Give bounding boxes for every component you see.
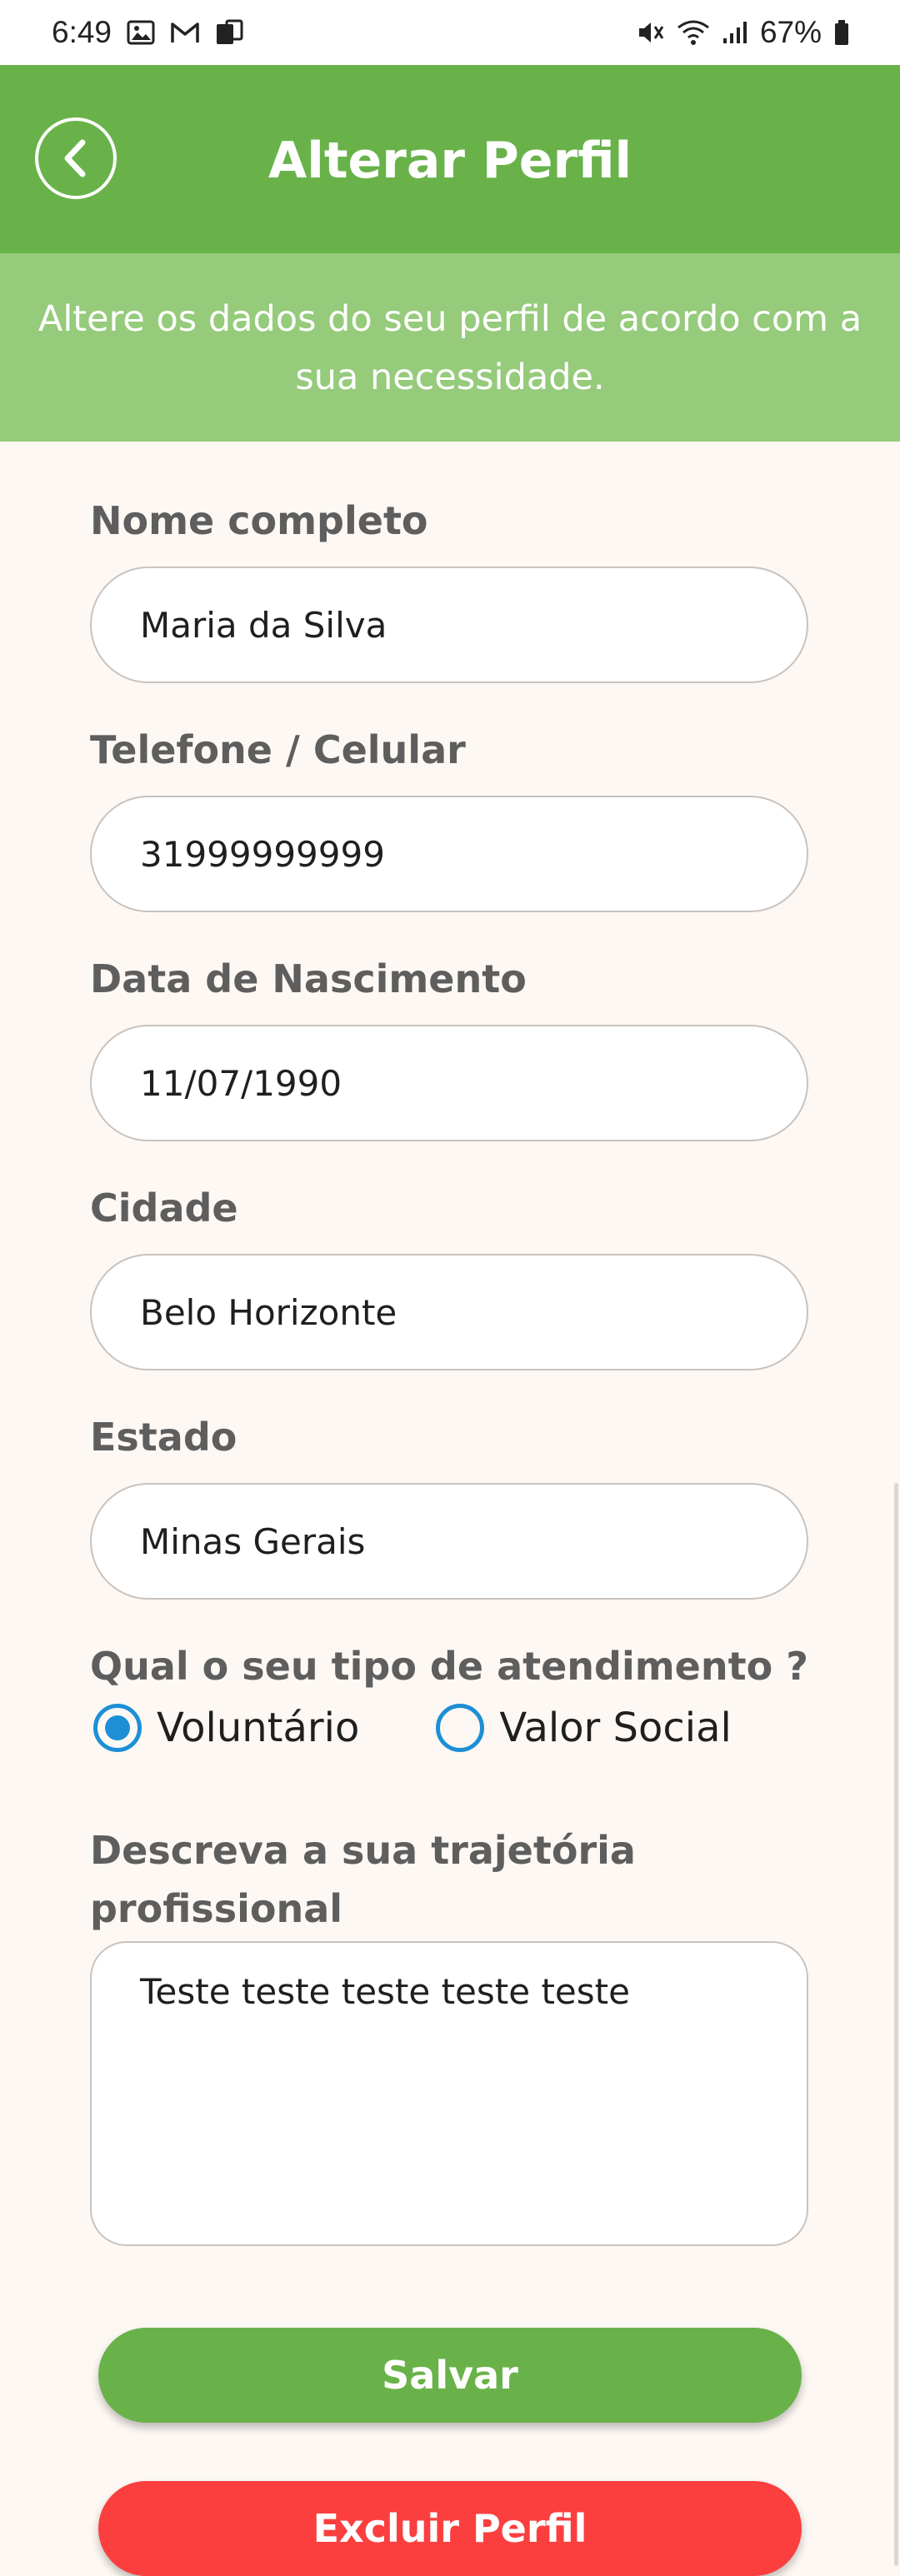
name-input[interactable]: Maria da Silva — [90, 567, 808, 683]
city-input[interactable]: Belo Horizonte — [90, 1254, 808, 1370]
birthdate-label: Data de Nascimento — [90, 956, 527, 1001]
mute-icon — [637, 19, 665, 46]
app-header: Alterar Perfil — [0, 65, 900, 253]
radio-voluntario[interactable]: Voluntário — [93, 1704, 359, 1752]
city-input-value: Belo Horizonte — [140, 1291, 398, 1333]
delete-profile-button[interactable]: Excluir Perfil — [98, 2481, 802, 2576]
radio-valor-social-label: Valor Social — [499, 1705, 732, 1751]
birthdate-input[interactable]: 11/07/1990 — [90, 1025, 808, 1141]
service-type-radio-group: Voluntário Valor Social — [93, 1704, 732, 1752]
info-banner: Altere os dados do seu perfil de acordo … — [0, 253, 900, 442]
city-label: Cidade — [90, 1186, 238, 1231]
state-input[interactable]: Minas Gerais — [90, 1483, 808, 1600]
radio-unchecked-icon — [436, 1704, 485, 1752]
scrollbar[interactable] — [894, 1483, 898, 2566]
info-banner-text: Altere os dados do seu perfil de acordo … — [38, 298, 862, 398]
radio-voluntario-label: Voluntário — [157, 1705, 360, 1751]
name-label: Nome completo — [90, 498, 428, 543]
device-icon — [215, 19, 243, 46]
wifi-icon — [677, 19, 710, 46]
status-time: 6:49 — [52, 15, 112, 49]
phone-input[interactable]: 31999999999 — [90, 796, 808, 912]
trajectory-label: Descreva a sua trajetória profissional — [90, 1828, 636, 1931]
save-button[interactable]: Salvar — [98, 2328, 802, 2423]
trajectory-textarea-value: Teste teste teste teste teste — [140, 1971, 630, 2012]
state-input-value: Minas Gerais — [140, 1520, 366, 1562]
trajectory-textarea[interactable]: Teste teste teste teste teste — [90, 1941, 808, 2246]
battery-icon — [833, 19, 850, 46]
gmail-icon — [170, 21, 200, 44]
profile-form: Nome completo Maria da Silva Telefone / … — [0, 442, 900, 2573]
phone-label: Telefone / Celular — [90, 727, 466, 772]
page-title: Alterar Perfil — [268, 132, 632, 190]
birthdate-input-value: 11/07/1990 — [140, 1062, 342, 1104]
signal-icon — [722, 20, 748, 45]
image-icon — [127, 20, 155, 45]
phone-input-value: 31999999999 — [140, 833, 385, 875]
service-type-label: Qual o seu tipo de atendimento ? — [90, 1644, 808, 1689]
state-label: Estado — [90, 1415, 238, 1460]
status-bar: 6:49 67% — [0, 0, 900, 65]
battery-percent: 67% — [759, 15, 822, 49]
radio-valor-social[interactable]: Valor Social — [436, 1704, 732, 1752]
radio-checked-icon — [93, 1704, 142, 1752]
name-input-value: Maria da Silva — [140, 604, 388, 646]
